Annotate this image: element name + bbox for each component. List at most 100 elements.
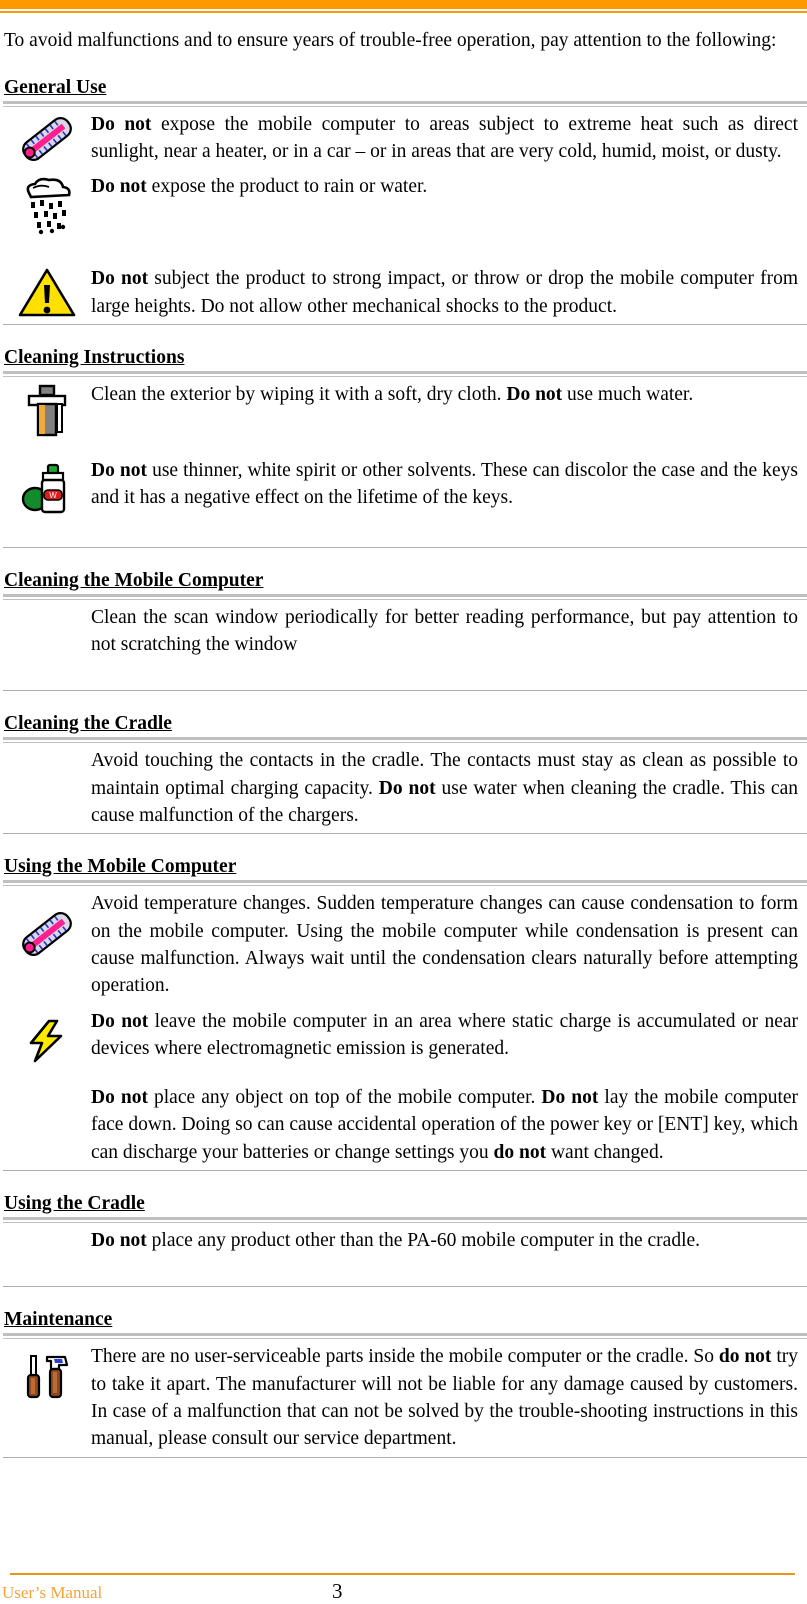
section-rows: Clean the exterior by wiping it with a s…	[3, 377, 807, 548]
tools-icon	[26, 1355, 69, 1399]
item-body: expose the product to rain or water.	[146, 176, 428, 198]
item-text: There are no user-serviceable parts insi…	[91, 1339, 807, 1456]
content-row: Do not expose the mobile computer to are…	[3, 107, 807, 170]
section-using-the-cradle: Using the Cradle	[2, 1193, 803, 1217]
item-lead: Do not	[91, 1010, 149, 1032]
section-rows: Do not place any product other than the …	[3, 1223, 807, 1288]
cleaning-cloth-icon	[27, 384, 67, 437]
icon-cell	[3, 1004, 91, 1064]
icon-cell: W	[3, 453, 91, 517]
content-row: Avoid touching the contacts in the cradl…	[3, 743, 807, 835]
item-body: Avoid temperature changes. Sudden temper…	[91, 893, 798, 997]
page-body: To avoid malfunctions and to ensure year…	[0, 27, 807, 1458]
icon-cell	[3, 261, 91, 317]
item-text: Avoid touching the contacts in the cradl…	[91, 743, 807, 833]
rain-cloud-icon	[26, 178, 71, 235]
row-spacer	[3, 1066, 807, 1080]
content-row: Do not expose the product to rain or wat…	[3, 169, 807, 235]
section-heading: Cleaning the Cradle	[4, 713, 172, 735]
icon-cell	[3, 886, 91, 960]
item-body: Clean the exterior by wiping it with a s…	[91, 383, 507, 405]
content-row: Clean the exterior by wiping it with a s…	[3, 377, 807, 439]
section-cleaning-the-mobile-computer: Cleaning the Mobile Computer	[2, 570, 803, 594]
content-row: Clean the scan window periodically for b…	[3, 600, 807, 663]
row-spacer	[3, 439, 807, 453]
item-body: There are no user-serviceable parts insi…	[91, 1346, 719, 1368]
icon-cell	[3, 169, 91, 235]
icon-cell-empty	[3, 743, 91, 749]
item-lead: Do not	[91, 459, 147, 481]
section-heading: Using the Mobile Computer	[4, 856, 237, 878]
row-spacer	[3, 235, 807, 261]
item-body-end: want changed.	[546, 1141, 664, 1163]
item-lead-mid: Do not	[506, 383, 563, 405]
item-body-after: use much water.	[562, 383, 694, 405]
thermometer-icon	[22, 116, 72, 161]
content-row: Do not subject the product to strong imp…	[3, 261, 807, 325]
item-body: use thinner, white spirit or other solve…	[91, 459, 799, 509]
header-accent-bar	[0, 0, 807, 9]
content-row: Do not place any object on top of the mo…	[3, 1080, 807, 1172]
item-lead: Do not	[91, 268, 149, 290]
icon-cell	[3, 377, 91, 439]
item-lead: Do not	[91, 1087, 148, 1109]
item-text: Do not leave the mobile computer in an a…	[91, 1004, 807, 1067]
section-heading: Cleaning Instructions	[4, 346, 185, 368]
section-cleaning-instructions: Cleaning Instructions	[2, 347, 803, 371]
item-text: Do not place any object on top of the mo…	[91, 1080, 807, 1170]
item-lead-mid: Do not	[541, 1087, 599, 1109]
item-text: Do not expose the product to rain or wat…	[91, 169, 807, 204]
section-rows: Clean the scan window periodically for b…	[3, 600, 807, 692]
item-text: Do not use thinner, white spirit or othe…	[91, 453, 807, 516]
section-maintenance: Maintenance	[2, 1309, 803, 1333]
warning-triangle-icon	[18, 268, 76, 317]
section-heading: General Use	[4, 76, 107, 98]
icon-cell-empty	[3, 1080, 91, 1086]
content-row: W Do not use thinner, white spirit or ot…	[3, 453, 807, 517]
section-general-use: General Use	[2, 77, 803, 101]
item-text: Clean the exterior by wiping it with a s…	[91, 377, 807, 412]
icon-cell-empty	[3, 600, 91, 606]
page-footer: User’s Manual 3	[0, 1573, 807, 1604]
section-heading: Using the Cradle	[4, 1193, 145, 1215]
thermometer-icon	[22, 912, 72, 957]
item-text: Do not subject the product to strong imp…	[91, 261, 807, 324]
icon-cell	[3, 107, 91, 165]
content-row: Do not place any product other than the …	[3, 1223, 807, 1258]
row-spacer	[3, 662, 807, 688]
row-spacer	[3, 517, 807, 543]
item-body: place any object on top of the mobile co…	[147, 1087, 542, 1109]
item-text: Avoid temperature changes. Sudden temper…	[91, 886, 807, 1003]
section-rows: Avoid temperature changes. Sudden temper…	[3, 886, 807, 1172]
content-row: Avoid temperature changes. Sudden temper…	[3, 886, 807, 1003]
section-heading: Cleaning the Mobile Computer	[4, 569, 264, 591]
content-row: There are no user-serviceable parts insi…	[3, 1339, 807, 1458]
section-using-the-mobile-computer: Using the Mobile Computer	[2, 856, 803, 880]
item-body: leave the mobile computer in an area whe…	[91, 1010, 798, 1059]
section-cleaning-the-cradle: Cleaning the Cradle	[2, 713, 803, 737]
footer-manual-label: User’s Manual	[2, 1583, 103, 1602]
header-accent-rule	[0, 11, 807, 13]
icon-cell-empty	[3, 1223, 91, 1229]
item-body: expose the mobile computer to areas subj…	[91, 113, 799, 162]
icon-cell	[3, 1339, 91, 1403]
item-lead: Do not	[91, 1230, 147, 1252]
row-spacer	[3, 1258, 807, 1284]
section-end-rule	[3, 543, 807, 548]
footer-page-number: 3	[332, 1579, 343, 1603]
section-rows: Do not expose the mobile computer to are…	[3, 107, 807, 325]
svg-text:W: W	[49, 491, 57, 500]
footer-accent-rule	[10, 1573, 795, 1575]
section-rows: There are no user-serviceable parts insi…	[3, 1339, 807, 1458]
item-text: Do not expose the mobile computer to are…	[91, 107, 807, 170]
section-heading: Maintenance	[4, 1309, 113, 1331]
section-end-rule	[3, 688, 807, 692]
content-row: Do not leave the mobile computer in an a…	[3, 1004, 807, 1067]
section-rows: Avoid touching the contacts in the cradl…	[3, 743, 807, 835]
item-text: Clean the scan window periodically for b…	[91, 600, 807, 663]
item-lead-mid: do not	[718, 1346, 772, 1368]
item-body: Clean the scan window periodically for b…	[91, 606, 798, 656]
item-lead-mid: Do not	[378, 777, 436, 799]
spray-can-icon: W	[21, 463, 66, 514]
item-body: place any product other than the PA-60 m…	[146, 1230, 701, 1252]
